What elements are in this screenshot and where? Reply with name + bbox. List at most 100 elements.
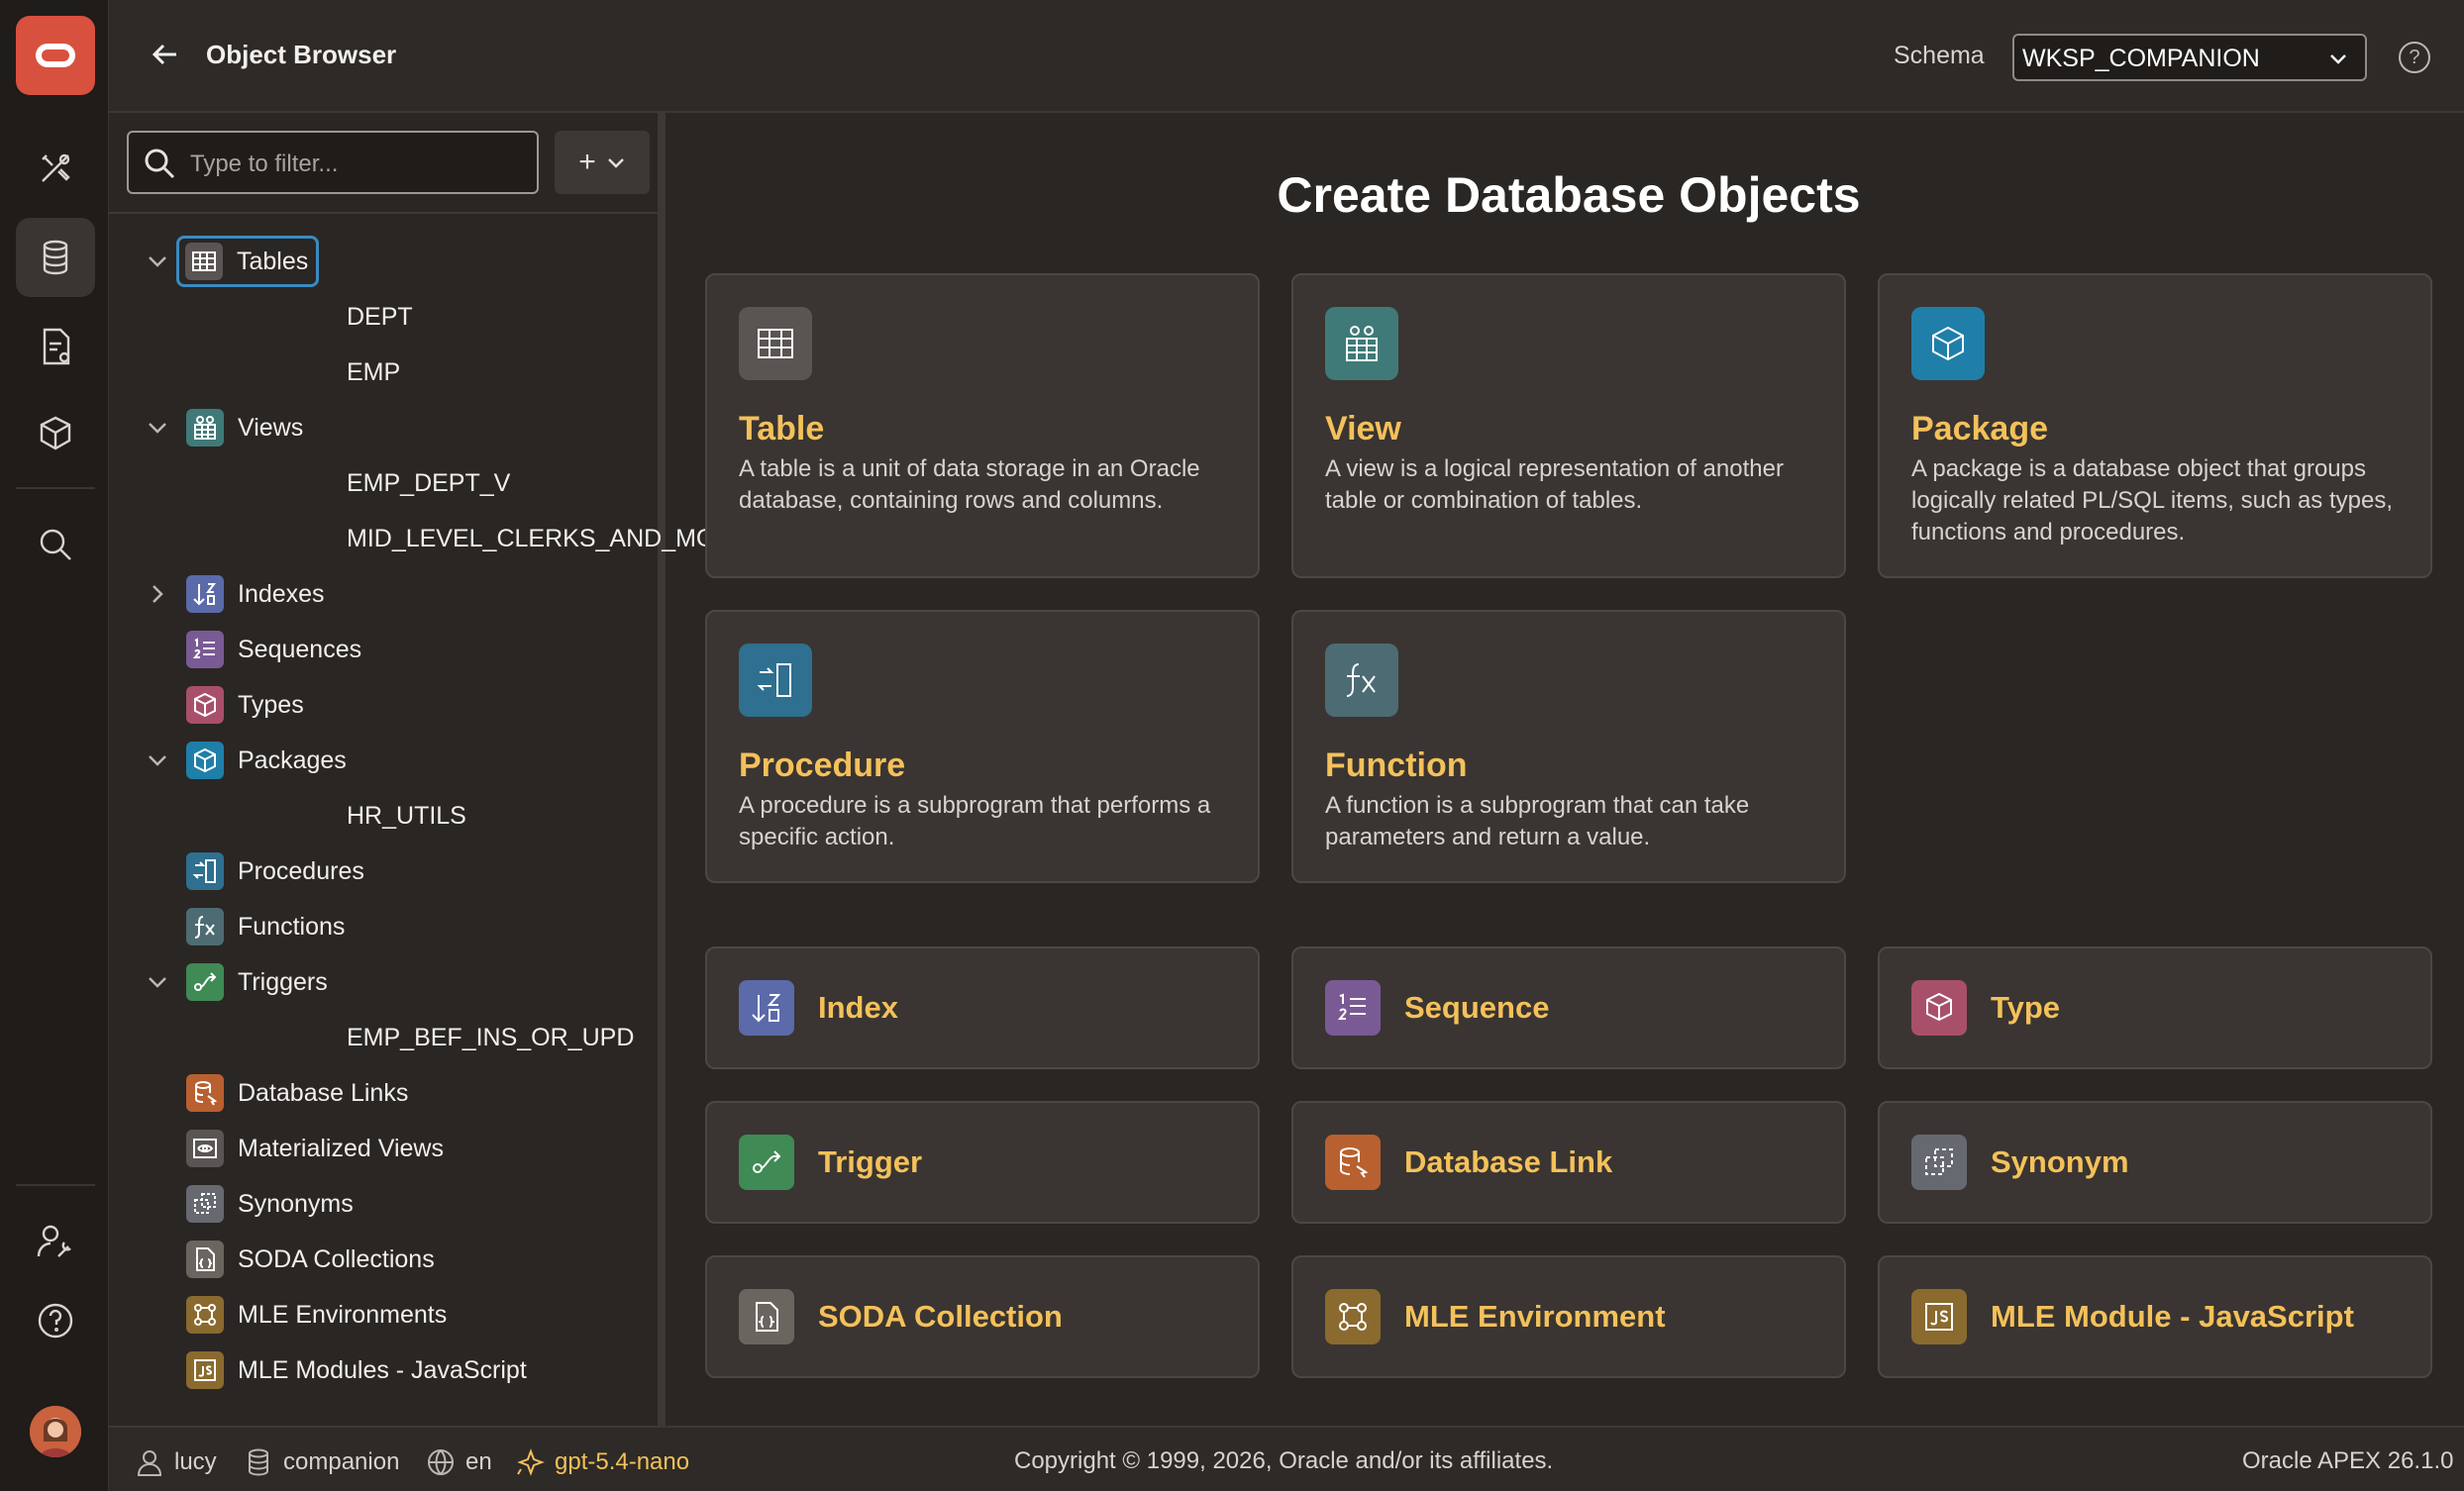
search-icon[interactable] [16, 505, 95, 584]
user-avatar[interactable] [30, 1406, 81, 1457]
create-package-card[interactable]: Package A package is a database object t… [1878, 273, 2432, 578]
chevron-down-icon[interactable] [145, 969, 170, 995]
search-icon [145, 149, 175, 179]
tree-label: Indexes [238, 579, 325, 608]
tree-node-database-links[interactable]: Database Links [186, 1067, 408, 1119]
create-index-tile[interactable]: Index [705, 946, 1260, 1069]
tree-leaf-hr-utils[interactable]: HR_UTILS [347, 790, 466, 842]
synonym-icon [186, 1185, 224, 1223]
card-title: Procedure [739, 746, 906, 784]
mle-environment-icon [1325, 1289, 1381, 1344]
tree-node-sequences[interactable]: Sequences [186, 624, 361, 675]
database-icon [249, 1448, 268, 1476]
materialized-view-icon [186, 1130, 224, 1167]
create-object-menu-button[interactable]: + [555, 131, 650, 194]
footer-user-name: lucy [174, 1448, 217, 1475]
tile-label: Database Link [1404, 1144, 1613, 1179]
tree-leaf-emp-bef[interactable]: EMP_BEF_INS_OR_UPD [347, 1012, 634, 1063]
create-synonym-tile[interactable]: Synonym [1878, 1101, 2432, 1224]
tree-node-types[interactable]: Types [186, 679, 304, 731]
tree-node-mle-modules[interactable]: MLE Modules - JavaScript [186, 1344, 527, 1396]
create-table-card[interactable]: Table A table is a unit of data storage … [705, 273, 1260, 578]
tree-label: Triggers [238, 967, 328, 996]
tree-node-procedures[interactable]: Procedures [186, 845, 364, 897]
tree-label: Types [238, 690, 304, 719]
tree-label: Database Links [238, 1078, 409, 1107]
card-description: A package is a database object that grou… [1911, 455, 2393, 546]
footer-user[interactable]: lucy [135, 1447, 217, 1477]
team-development-icon[interactable] [16, 307, 95, 386]
oracle-logo-icon[interactable] [16, 16, 95, 95]
tree-node-indexes[interactable]: Indexes [145, 568, 325, 620]
create-function-card[interactable]: Function A function is a subprogram that… [1291, 610, 1846, 883]
app-rail [0, 0, 109, 1491]
footer-language[interactable]: en [426, 1447, 492, 1477]
tree-node-synonyms[interactable]: Synonyms [186, 1178, 354, 1230]
globe-icon [428, 1449, 454, 1475]
tile-label: MLE Environment [1404, 1299, 1666, 1334]
tile-label: Index [818, 990, 898, 1025]
create-type-tile[interactable]: Type [1878, 946, 2432, 1069]
footer-ai-model[interactable]: gpt-5.4-nano [515, 1447, 689, 1477]
tree-node-triggers[interactable]: Triggers [145, 956, 328, 1008]
type-icon [1911, 980, 1967, 1036]
tile-label: MLE Module - JavaScript [1991, 1299, 2354, 1334]
back-arrow-icon[interactable] [149, 38, 182, 71]
chevron-down-icon[interactable] [145, 747, 170, 773]
index-icon [186, 575, 224, 613]
tree-label: MLE Modules - JavaScript [238, 1355, 527, 1384]
sql-workshop-icon[interactable] [16, 218, 95, 297]
tree-label: Functions [238, 912, 346, 941]
tree-node-functions[interactable]: Functions [186, 901, 345, 952]
create-view-card[interactable]: View A view is a logical representation … [1291, 273, 1846, 578]
sparkle-icon [517, 1448, 545, 1476]
card-title: Table [739, 410, 825, 447]
database-link-icon [186, 1074, 224, 1112]
card-title: View [1325, 410, 1401, 447]
tree-label: Procedures [238, 856, 364, 885]
tree-label: Views [238, 413, 304, 442]
tree-label: SODA Collections [238, 1244, 435, 1273]
help-button[interactable]: ? [2399, 42, 2430, 73]
help-icon[interactable] [16, 1281, 95, 1360]
create-sequence-tile[interactable]: Sequence [1291, 946, 1846, 1069]
chevron-down-icon[interactable] [145, 415, 170, 441]
sequence-icon [1325, 980, 1381, 1036]
chevron-down-icon[interactable] [145, 248, 170, 274]
tree-node-packages[interactable]: Packages [145, 735, 347, 786]
create-database-link-tile[interactable]: Database Link [1291, 1101, 1846, 1224]
tree-label: Sequences [238, 635, 362, 663]
tree-node-soda-collections[interactable]: SODA Collections [186, 1234, 435, 1285]
footer-workspace[interactable]: companion [244, 1447, 399, 1477]
tree-leaf-emp[interactable]: EMP [347, 347, 400, 398]
schema-label: Schema [1894, 42, 1985, 69]
tree-node-materialized-views[interactable]: Materialized Views [186, 1123, 444, 1174]
gallery-icon[interactable] [16, 394, 95, 473]
create-mle-environment-tile[interactable]: MLE Environment [1291, 1255, 1846, 1378]
tree-label: Packages [238, 746, 347, 774]
package-icon [186, 742, 224, 779]
tree-node-tables[interactable]: Tables [145, 236, 320, 287]
card-description: A procedure is a subprogram that perform… [739, 792, 1211, 850]
table-icon [739, 307, 812, 380]
javascript-module-icon [186, 1351, 224, 1389]
create-trigger-tile[interactable]: Trigger [705, 1101, 1260, 1224]
filter-input[interactable]: Type to filter... [127, 131, 539, 194]
tree-leaf-dept[interactable]: DEPT [347, 291, 413, 343]
sequence-icon [186, 631, 224, 668]
create-procedure-card[interactable]: Procedure A procedure is a subprogram th… [705, 610, 1260, 883]
tile-label: Sequence [1404, 990, 1550, 1025]
create-mle-module-tile[interactable]: MLE Module - JavaScript [1878, 1255, 2432, 1378]
soda-collection-icon [739, 1289, 794, 1344]
tree-label: Tables [237, 247, 309, 275]
tree-label: Synonyms [238, 1189, 354, 1218]
administration-icon[interactable] [16, 1202, 95, 1281]
create-soda-collection-tile[interactable]: SODA Collection [705, 1255, 1260, 1378]
app-builder-icon[interactable] [16, 129, 95, 208]
tree-node-mle-environments[interactable]: MLE Environments [186, 1289, 447, 1341]
rail-divider [16, 487, 95, 489]
schema-select[interactable]: WKSP_COMPANION [2012, 34, 2367, 81]
tree-leaf-emp-dept-v[interactable]: EMP_DEPT_V [347, 457, 510, 509]
chevron-right-icon[interactable] [145, 581, 170, 607]
tree-node-views[interactable]: Views [145, 402, 303, 453]
